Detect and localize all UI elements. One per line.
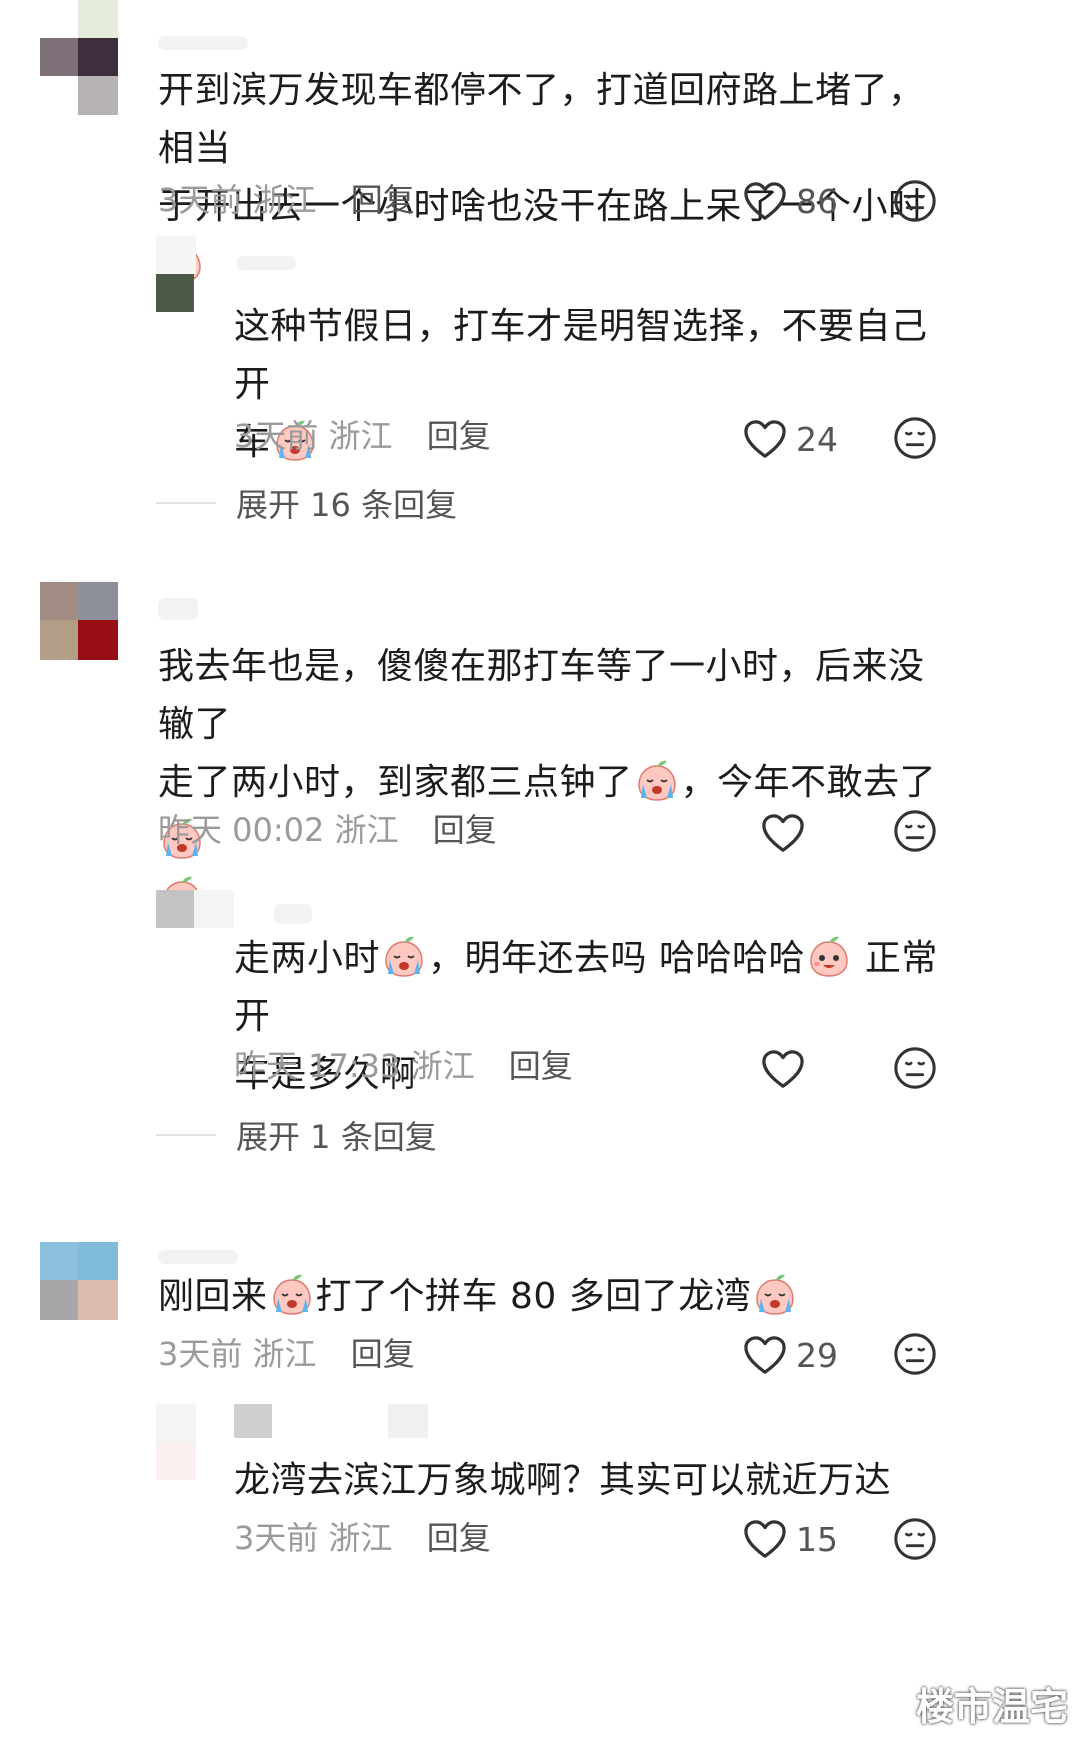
- like-button[interactable]: 24: [742, 414, 838, 464]
- timestamp-location: 3天前 浙江: [234, 1519, 393, 1557]
- like-button[interactable]: 15: [742, 1514, 838, 1564]
- timestamp-location: 3天前 浙江: [234, 417, 393, 455]
- heart-outline-icon: [760, 812, 806, 854]
- timestamp-location: 3天前 浙江: [158, 181, 317, 219]
- comment-text: 我去年也是，傻傻在那打车等了一小时，后来没辙了 走了两小时，到家都三点钟了 ，今年…: [158, 638, 948, 928]
- comment-meta: 昨天 00:02 浙江 回复: [158, 810, 497, 850]
- username[interactable]: [274, 904, 312, 924]
- comment-meta: 3天前 浙江 回复: [158, 1334, 415, 1374]
- meh-face-icon[interactable]: [892, 415, 938, 461]
- heart-outline-icon: [742, 1518, 788, 1560]
- like-button[interactable]: 29: [742, 1330, 838, 1380]
- meh-face-icon[interactable]: [892, 808, 938, 854]
- meh-face-icon[interactable]: [892, 178, 938, 224]
- meh-face-icon[interactable]: [892, 1331, 938, 1377]
- comment-meta: 3天前 浙江 回复: [158, 180, 415, 220]
- expand-replies-button[interactable]: 展开 16 条回复: [156, 480, 457, 526]
- peach-crying-emoji-icon: [382, 934, 426, 978]
- comment-meta: 3天前 浙江 回复: [234, 1518, 491, 1558]
- expand-replies-button[interactable]: 展开 1 条回复: [156, 1112, 437, 1158]
- reply-button[interactable]: 回复: [351, 181, 415, 219]
- avatar[interactable]: [40, 582, 118, 660]
- comment-text: 刚回来 打了个拼车 80 多回了龙湾: [158, 1268, 948, 1326]
- heart-outline-icon: [742, 1334, 788, 1376]
- reply-button[interactable]: 回复: [427, 1519, 491, 1557]
- heart-outline-icon: [760, 1048, 806, 1090]
- username[interactable]: [158, 598, 198, 620]
- expand-replies-label: 展开 1 条回复: [236, 1118, 437, 1156]
- like-count: 29: [796, 1335, 838, 1375]
- comment-text: 龙湾去滨江万象城啊？其实可以就近万达: [234, 1460, 892, 1501]
- like-count: 24: [796, 419, 838, 459]
- meh-face-icon[interactable]: [892, 1516, 938, 1562]
- meh-face-icon[interactable]: [892, 1045, 938, 1091]
- timestamp-location: 3天前 浙江: [158, 1335, 317, 1373]
- reply-button[interactable]: 回复: [433, 811, 497, 849]
- timestamp-location: 昨天 00:02 浙江: [158, 811, 399, 849]
- like-count: 15: [796, 1519, 838, 1559]
- like-button[interactable]: 86: [742, 176, 838, 226]
- reply-button[interactable]: 回复: [427, 417, 491, 455]
- divider-line: [156, 1134, 216, 1136]
- avatar[interactable]: [40, 0, 118, 115]
- heart-outline-icon: [742, 418, 788, 460]
- heart-outline-icon: [742, 180, 788, 222]
- peach-crying-emoji-icon: [635, 758, 679, 802]
- avatar[interactable]: [156, 1404, 196, 1480]
- avatar[interactable]: [40, 1242, 118, 1320]
- username[interactable]: [234, 1404, 430, 1438]
- like-button[interactable]: [760, 808, 806, 858]
- comment-meta: 昨天 17:33 浙江 回复: [234, 1046, 573, 1086]
- username[interactable]: [158, 36, 248, 50]
- like-count: 86: [796, 181, 838, 221]
- expand-replies-label: 展开 16 条回复: [236, 486, 458, 524]
- comment-meta: 3天前 浙江 回复: [234, 416, 491, 456]
- reply-button[interactable]: 回复: [351, 1335, 415, 1373]
- peach-crying-emoji-icon: [753, 1272, 797, 1316]
- peach-crying-emoji-icon: [270, 1272, 314, 1316]
- avatar[interactable]: [156, 236, 196, 312]
- avatar[interactable]: [156, 890, 234, 930]
- divider-line: [156, 502, 216, 504]
- username[interactable]: [158, 1250, 238, 1264]
- username[interactable]: [236, 256, 296, 270]
- like-button[interactable]: [760, 1044, 806, 1094]
- timestamp-location: 昨天 17:33 浙江: [234, 1047, 475, 1085]
- watermark: 楼市温宅: [915, 1685, 1068, 1729]
- reply-button[interactable]: 回复: [509, 1047, 573, 1085]
- peach-laugh-emoji-icon: [807, 934, 851, 978]
